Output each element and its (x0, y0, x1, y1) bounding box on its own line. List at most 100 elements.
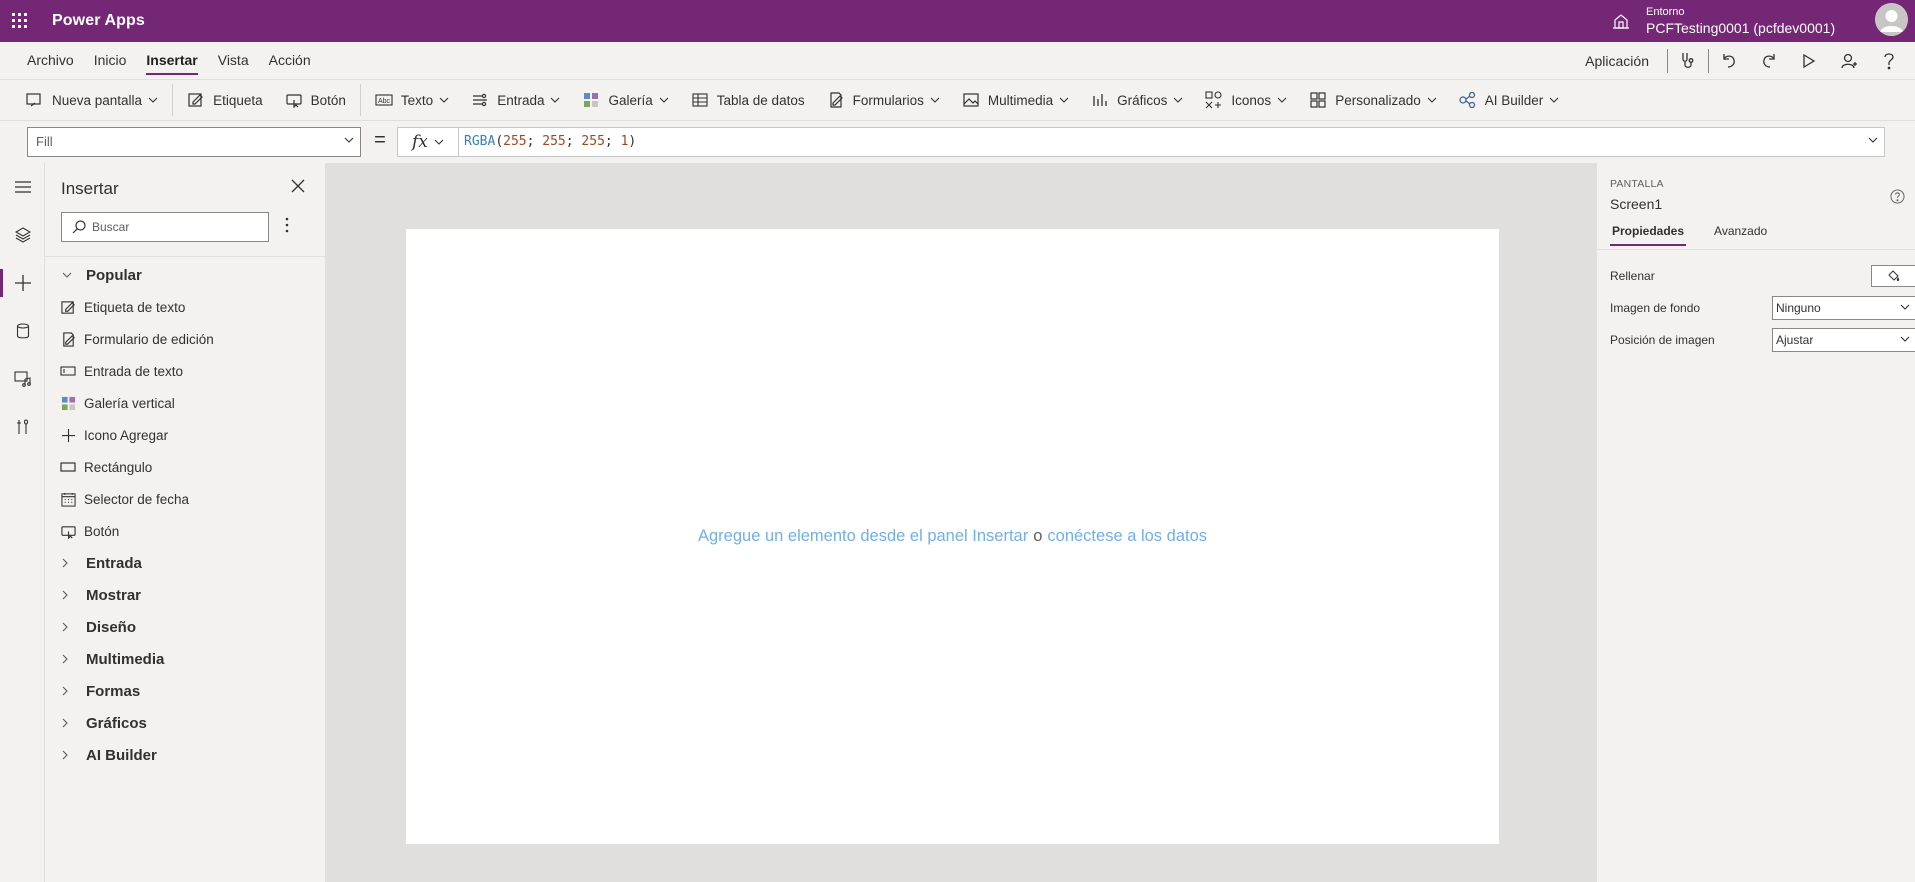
more-options-icon[interactable] (285, 217, 289, 233)
menu-archivo[interactable]: Archivo (27, 42, 74, 79)
charts-menu[interactable]: Gráficos (1091, 80, 1183, 120)
chevron-right-icon (62, 654, 74, 664)
item-text-input[interactable]: Entrada de texto (45, 355, 325, 387)
forms-menu[interactable]: Formularios (827, 80, 940, 120)
canvas-area: Agregue un elemento desde el panel Inser… (326, 163, 1596, 882)
chevron-right-icon (62, 622, 74, 632)
item-add-icon[interactable]: Icono Agregar (45, 419, 325, 451)
edit-label-icon (187, 91, 205, 109)
group-label: Gráficos (86, 714, 147, 732)
app-checker-icon[interactable] (1668, 42, 1708, 79)
fill-label: Rellenar (1610, 269, 1655, 283)
fx-button[interactable]: fx (397, 127, 459, 157)
label-button[interactable]: Etiqueta (187, 80, 263, 120)
formula-function: RGBA (464, 134, 496, 149)
group-formas[interactable]: Formas (45, 675, 325, 707)
group-popular[interactable]: Popular (45, 259, 325, 291)
input-menu[interactable]: Entrada (471, 80, 560, 120)
environment-picker[interactable]: Entorno PCFTesting0001 (pcfdev0001) (1612, 0, 1835, 42)
screen-canvas[interactable]: Agregue un elemento desde el panel Inser… (406, 229, 1499, 844)
group-graficos[interactable]: Gráficos (45, 707, 325, 739)
chevron-down-icon (148, 97, 158, 103)
img-pos-dropdown[interactable]: Ajustar (1772, 328, 1915, 352)
data-icon[interactable] (0, 307, 45, 355)
bg-image-dropdown[interactable]: Ninguno (1772, 296, 1915, 320)
advanced-tools-icon[interactable] (0, 403, 45, 451)
group-label: Mostrar (86, 586, 142, 604)
custom-menu[interactable]: Personalizado (1309, 80, 1437, 120)
title-bar: Power Apps Entorno PCFTesting0001 (pcfde… (0, 0, 1915, 42)
item-rectangle[interactable]: Rectángulo (45, 451, 325, 483)
item-label: Etiqueta de texto (84, 299, 186, 315)
group-mostrar[interactable]: Mostrar (45, 579, 325, 611)
chevron-down-icon (439, 97, 449, 103)
property-dropdown[interactable]: Fill (27, 127, 361, 157)
play-icon[interactable] (1789, 42, 1829, 79)
chevron-down-icon (62, 272, 74, 278)
chevron-right-icon (62, 686, 74, 696)
formula-input[interactable]: RGBA(255; 255; 255; 1) (458, 127, 1885, 157)
img-pos-label: Posición de imagen (1610, 333, 1715, 347)
share-user-icon[interactable] (1829, 42, 1869, 79)
chevron-right-icon (62, 590, 74, 600)
new-screen-button[interactable]: Nueva pantalla (26, 80, 158, 120)
app-menu-button[interactable]: Aplicación (1585, 53, 1649, 69)
insert-icon[interactable] (0, 259, 45, 307)
fill-row: Rellenar (1610, 263, 1915, 289)
group-ai-builder[interactable]: AI Builder (45, 739, 325, 771)
properties-panel: PANTALLA Screen1 Propiedades Avanzado Re… (1596, 163, 1915, 882)
redo-icon[interactable] (1749, 42, 1789, 79)
undo-icon[interactable] (1709, 42, 1749, 79)
button-button[interactable]: Botón (285, 80, 346, 120)
item-vertical-gallery[interactable]: Galería vertical (45, 387, 325, 419)
left-rail (0, 163, 45, 882)
gallery-icon (582, 91, 600, 109)
group-entrada[interactable]: Entrada (45, 547, 325, 579)
gallery-icon (59, 394, 77, 412)
chevron-down-icon (930, 97, 940, 103)
data-table-button[interactable]: Tabla de datos (691, 80, 805, 120)
text-menu[interactable]: Abc Texto (375, 80, 449, 120)
item-edit-form[interactable]: Formulario de edición (45, 323, 325, 355)
search-input[interactable] (92, 220, 252, 234)
chevron-down-icon (1900, 336, 1910, 342)
help-circle-icon[interactable] (1890, 189, 1905, 204)
tab-avanzado[interactable]: Avanzado (1712, 220, 1769, 248)
connect-data-link[interactable]: conéctese a los datos (1047, 527, 1207, 546)
menu-insertar[interactable]: Insertar (146, 42, 199, 79)
app-title[interactable]: Power Apps (52, 12, 145, 30)
media-icon[interactable] (0, 355, 45, 403)
environment-name: PCFTesting0001 (pcfdev0001) (1646, 19, 1836, 36)
item-date-picker[interactable]: Selector de fecha (45, 483, 325, 515)
avatar[interactable] (1875, 3, 1908, 36)
hamburger-menu-icon[interactable] (0, 163, 45, 211)
group-diseno[interactable]: Diseño (45, 611, 325, 643)
item-button[interactable]: Botón (45, 515, 325, 547)
menu-inicio[interactable]: Inicio (94, 42, 127, 79)
icons-menu-label: Iconos (1231, 92, 1272, 108)
help-icon[interactable] (1869, 42, 1909, 79)
background-image-row: Imagen de fondo Ninguno (1610, 295, 1915, 321)
icons-menu[interactable]: Iconos (1205, 80, 1287, 120)
selected-name[interactable]: Screen1 (1610, 196, 1662, 212)
tree-view-icon[interactable] (0, 211, 45, 259)
media-menu[interactable]: Multimedia (962, 80, 1069, 120)
insert-panel-link[interactable]: Agregue un elemento desde el panel Inser… (698, 527, 1028, 546)
app-launcher-icon[interactable] (1, 0, 39, 42)
media-menu-label: Multimedia (987, 92, 1054, 108)
tab-propiedades[interactable]: Propiedades (1610, 220, 1687, 248)
insert-search-box[interactable] (61, 212, 269, 242)
environment-label: Entorno (1646, 5, 1685, 18)
formula-arg-g: 255 (542, 134, 566, 149)
bg-image-value: Ninguno (1776, 301, 1821, 315)
gallery-menu[interactable]: Galería (582, 80, 669, 120)
item-label: Entrada de texto (84, 363, 184, 379)
group-multimedia[interactable]: Multimedia (45, 643, 325, 675)
expand-formula-icon[interactable] (1868, 137, 1878, 143)
menu-vista[interactable]: Vista (218, 42, 249, 79)
ai-builder-menu[interactable]: AI Builder (1459, 80, 1560, 120)
fill-color-picker[interactable] (1871, 265, 1915, 287)
menu-accion[interactable]: Acción (269, 42, 311, 79)
close-icon[interactable] (291, 179, 305, 193)
item-text-label[interactable]: Etiqueta de texto (45, 291, 325, 323)
